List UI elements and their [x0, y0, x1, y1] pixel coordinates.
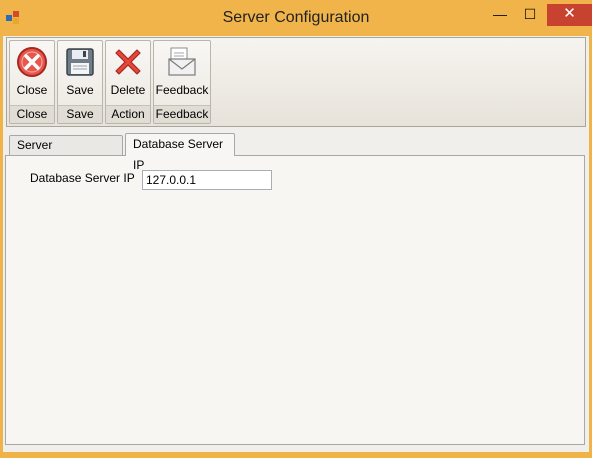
floppy-disk-icon: [66, 48, 94, 76]
tab-server-configuration[interactable]: Server Configuration: [9, 135, 123, 171]
ribbon-group-caption-save: Save: [58, 105, 102, 123]
minimize-button[interactable]: —: [486, 4, 514, 26]
feedback-button[interactable]: Feedback: [154, 41, 210, 109]
ribbon-toolbar: Close Close Save Save Delete Action Feed…: [6, 37, 586, 127]
ribbon-group-caption-feedback: Feedback: [154, 105, 210, 123]
window-close-button[interactable]: ✕: [547, 4, 592, 26]
maximize-button[interactable]: ☐: [516, 4, 544, 26]
ribbon-group-caption-action: Action: [106, 105, 150, 123]
close-button-label: Close: [16, 83, 48, 97]
window-client-area: Close Close Save Save Delete Action Feed…: [3, 36, 589, 452]
delete-button-label: Delete: [110, 83, 146, 97]
ribbon-group-close: Close Close: [9, 40, 55, 124]
save-button-label: Save: [66, 83, 94, 97]
database-server-ip-input[interactable]: [142, 170, 272, 190]
ribbon-group-caption-close: Close: [10, 105, 54, 123]
envelope-icon: [168, 47, 196, 76]
tab-database-server-ip[interactable]: Database Server IP: [125, 133, 235, 172]
close-circle-icon: [17, 47, 47, 77]
delete-button[interactable]: Delete: [106, 41, 150, 109]
ribbon-group-action: Delete Action: [105, 40, 151, 124]
database-server-ip-label: Database Server IP: [30, 171, 135, 185]
save-button[interactable]: Save: [58, 41, 102, 109]
ribbon-group-save: Save Save: [57, 40, 103, 124]
title-bar[interactable]: Server Configuration — ☐ ✕: [0, 0, 592, 36]
red-x-icon: [115, 49, 141, 75]
close-button[interactable]: Close: [10, 41, 54, 109]
database-server-ip-tab-page: Database Server IP: [5, 155, 585, 445]
feedback-button-label: Feedback: [155, 83, 209, 97]
ribbon-group-feedback: Feedback Feedback: [153, 40, 211, 124]
